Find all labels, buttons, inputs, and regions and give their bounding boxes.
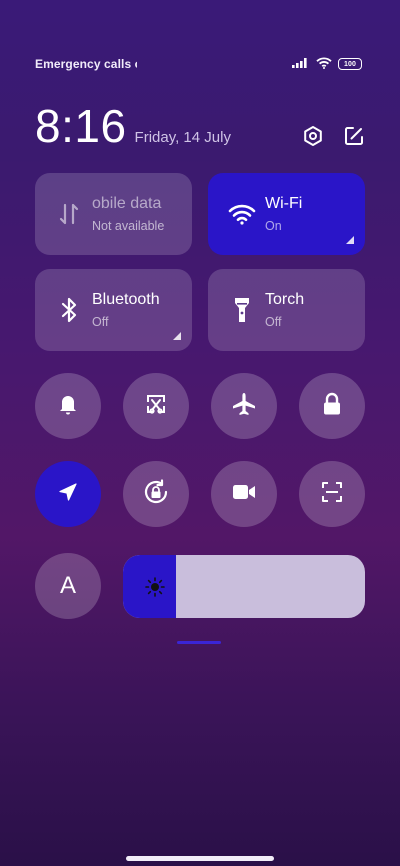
settings-icon[interactable] [301,124,325,148]
torch-status: Off [265,315,282,329]
bluetooth-icon [55,296,83,324]
wifi-status: On [265,219,282,233]
status-bar: Emergency calls o 100 [35,54,362,74]
edit-icon[interactable] [342,124,366,148]
battery-icon: 100 [338,58,362,70]
carrier-text: Emergency calls o [35,57,137,71]
signal-icon [292,57,310,71]
mobile-data-status: Not available [92,219,165,233]
brightness-icon [145,577,165,597]
torch-icon [228,296,256,324]
bluetooth-status: Off [92,315,109,329]
screenshot-toggle[interactable] [123,373,189,439]
reading-mode-toggle[interactable]: A [35,553,101,619]
airplane-mode-toggle[interactable] [211,373,277,439]
brightness-slider[interactable] [123,555,365,618]
mobile-data-tile[interactable]: obile data Not available [35,173,192,255]
reading-mode-label: A [59,572,76,599]
video-camera-icon [231,482,257,507]
expand-corner-icon[interactable] [346,236,354,244]
time: 8:16 [35,100,127,152]
torch-label: Torch [265,291,305,308]
wifi-icon [316,56,332,72]
bluetooth-label: Bluetooth [92,291,160,308]
screen-recorder-toggle[interactable] [211,461,277,527]
bluetooth-tile[interactable]: Bluetooth Off [35,269,192,351]
scanner-toggle[interactable] [299,461,365,527]
lock-screen-toggle[interactable] [299,373,365,439]
bell-icon [56,392,80,421]
home-indicator[interactable] [126,856,274,861]
scan-icon [320,480,344,509]
date: Friday, 14 July [134,129,231,146]
mobile-data-label: obile data [92,195,162,212]
page-indicator [177,641,221,644]
wifi-tile[interactable]: Wi-Fi On [208,173,365,255]
screenshot-icon [144,392,168,421]
location-toggle[interactable] [35,461,101,527]
torch-tile[interactable]: Torch Off [208,269,365,351]
wifi-icon [228,200,256,228]
notifications-toggle[interactable] [35,373,101,439]
clock: 8:16 Friday, 14 July [35,103,231,149]
mobile-data-icon [55,200,83,228]
rotation-lock-icon [142,478,170,511]
lock-icon [321,392,343,421]
header-actions [301,124,366,148]
expand-corner-icon[interactable] [173,332,181,340]
auto-rotate-toggle[interactable] [123,461,189,527]
location-arrow-icon [57,481,79,508]
wifi-label: Wi-Fi [265,195,303,212]
airplane-icon [231,391,257,422]
